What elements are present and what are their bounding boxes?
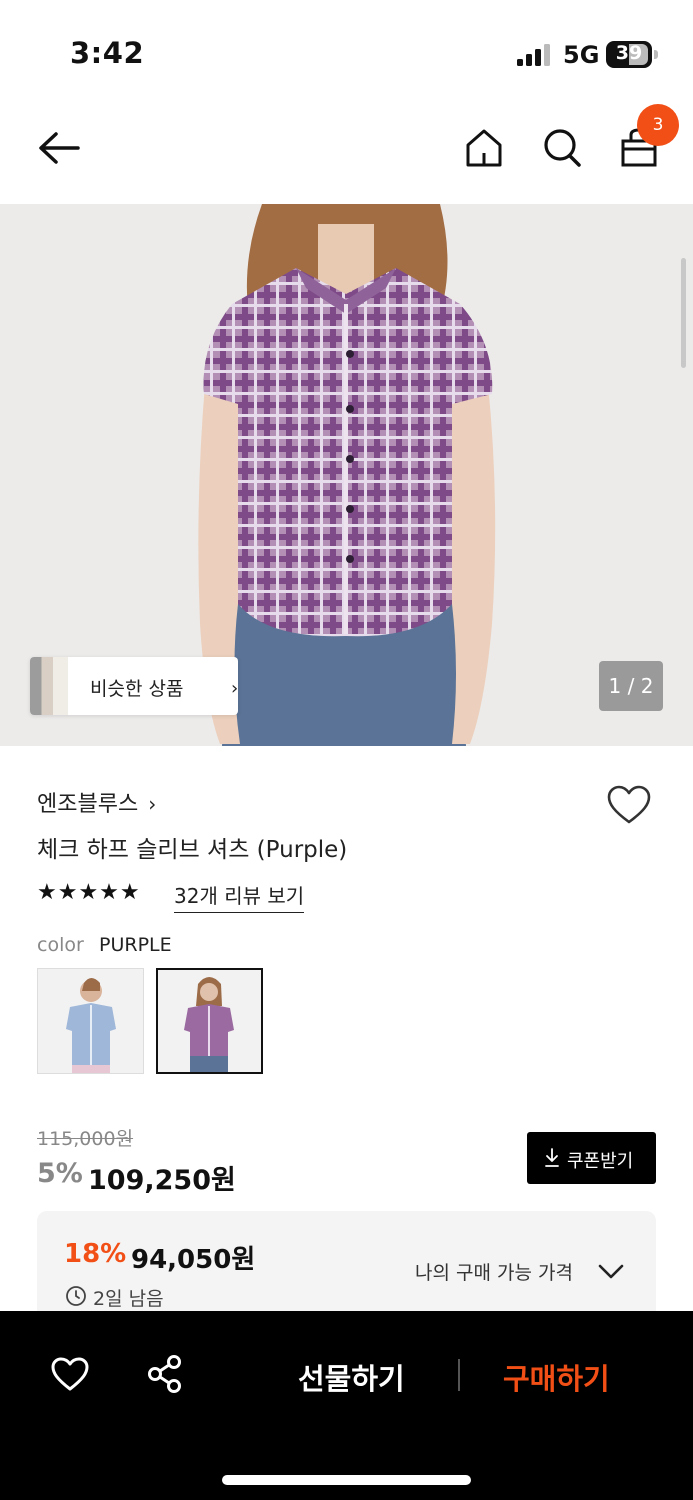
brand-name: 엔조블루스 <box>37 792 139 817</box>
best-price: 94,050원 <box>131 1245 256 1275</box>
rating-stars-icon: ★★★★★ <box>37 880 141 905</box>
similar-products-button[interactable]: 비슷한 상품 › <box>30 657 238 715</box>
original-price: 115,000원 <box>37 1128 134 1150</box>
bottom-action-bar <box>0 1311 693 1500</box>
swatch-blue-thumbnail <box>38 969 143 1073</box>
back-arrow-icon[interactable] <box>36 128 82 168</box>
battery-icon: 39 <box>606 41 658 68</box>
download-icon <box>545 1148 559 1167</box>
color-value: PURPLE <box>99 934 172 956</box>
share-icon[interactable] <box>146 1354 184 1394</box>
product-title: 체크 하프 슬리브 셔츠 (Purple) <box>37 837 348 863</box>
wishlist-heart-icon[interactable] <box>606 784 652 826</box>
status-time: 3:42 <box>70 36 145 70</box>
time-remaining: 2일 남음 <box>93 1288 164 1310</box>
my-price-link[interactable]: 나의 구매 가능 가격 <box>415 1258 573 1285</box>
network-type: 5G <box>563 41 600 69</box>
best-discount-percent: 18% <box>64 1239 127 1269</box>
home-icon[interactable] <box>464 127 504 169</box>
color-label: color <box>37 934 84 956</box>
coupon-download-button[interactable]: 쿠폰받기 <box>527 1132 656 1184</box>
chevron-right-icon: › <box>148 792 157 816</box>
coupon-button-label: 쿠폰받기 <box>567 1151 634 1172</box>
gift-button[interactable]: 선물하기 <box>298 1356 405 1398</box>
signal-icon <box>517 44 550 66</box>
status-bar: 3:42 5G 39 <box>0 0 693 100</box>
bottom-divider <box>458 1359 460 1391</box>
sale-price: 109,250원 <box>88 1165 236 1196</box>
chevron-right-icon: › <box>231 678 239 699</box>
image-pager: 1 / 2 <box>599 661 663 711</box>
color-swatch-purple[interactable] <box>156 968 263 1074</box>
color-swatch-blue[interactable] <box>37 968 144 1074</box>
search-icon[interactable] <box>542 127 582 169</box>
cart-count-badge: 3 <box>637 104 679 146</box>
battery-level: 39 <box>615 42 643 64</box>
clock-icon <box>66 1286 86 1306</box>
reviews-link[interactable]: 32개 리뷰 보기 <box>174 880 305 913</box>
similar-products-label: 비슷한 상품 <box>90 678 184 700</box>
page-scrollbar[interactable] <box>681 258 686 368</box>
buy-button[interactable]: 구매하기 <box>503 1356 610 1398</box>
brand-link[interactable]: 엔조블루스 › <box>37 786 156 818</box>
like-heart-icon[interactable] <box>50 1356 90 1392</box>
discount-percent: 5% <box>37 1158 83 1189</box>
similar-products-thumbnail <box>30 657 68 715</box>
chevron-down-icon[interactable] <box>597 1261 625 1281</box>
swatch-purple-thumbnail <box>158 970 261 1072</box>
home-indicator[interactable] <box>222 1475 471 1485</box>
